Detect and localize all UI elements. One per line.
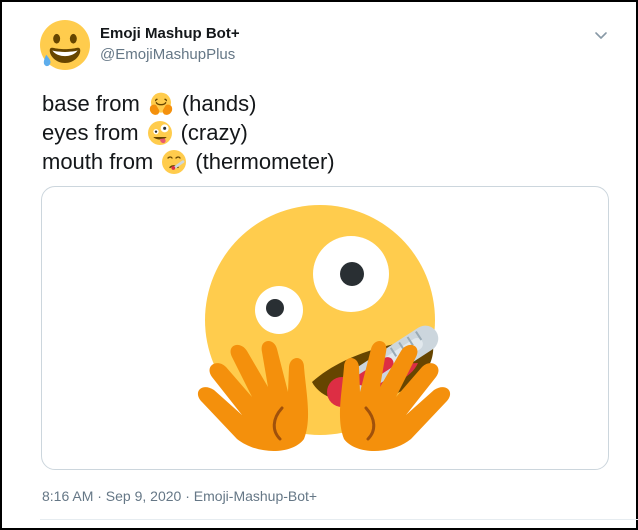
emoji-mashup-image — [197, 205, 451, 451]
more-options-button[interactable] — [592, 26, 610, 44]
hugging-face-icon — [149, 92, 173, 116]
big-crazy-eye — [313, 236, 389, 312]
tweet-timestamp[interactable]: 8:16 AM · Sep 9, 2020 — [42, 488, 181, 504]
display-name[interactable]: Emoji Mashup Bot+ — [100, 25, 240, 42]
tweet-line-mouth: mouth from (thermometer) — [42, 147, 335, 176]
zany-face-icon — [147, 120, 172, 145]
user-handle[interactable]: @EmojiMashupPlus — [100, 46, 235, 63]
line-prefix: base from — [42, 91, 140, 116]
grinning-face-with-sweat-icon — [40, 20, 90, 70]
line-suffix: (thermometer) — [195, 149, 335, 174]
line-prefix: eyes from — [42, 120, 139, 145]
avatar[interactable] — [40, 20, 90, 70]
tweet-line-eyes: eyes from (crazy) — [42, 118, 335, 147]
tweet-source[interactable]: Emoji-Mashup-Bot+ — [194, 488, 317, 504]
small-crazy-eye — [255, 286, 303, 334]
tweet-meta: 8:16 AM · Sep 9, 2020 · Emoji-Mashup-Bot… — [42, 488, 317, 504]
line-suffix: (hands) — [181, 91, 257, 116]
tweet-media-image[interactable] — [41, 186, 609, 470]
meta-separator: · — [181, 488, 194, 504]
tweet-frame: Emoji Mashup Bot+ @EmojiMashupPlus base … — [0, 0, 638, 530]
divider — [40, 519, 638, 520]
tweet-line-base: base from (hands) — [42, 89, 335, 118]
tweet-text: base from (hands) eyes from (crazy) mout… — [42, 89, 335, 176]
chevron-down-icon — [595, 32, 607, 39]
line-suffix: (crazy) — [180, 120, 248, 145]
face-with-thermometer-icon — [162, 149, 187, 174]
line-prefix: mouth from — [42, 149, 154, 174]
